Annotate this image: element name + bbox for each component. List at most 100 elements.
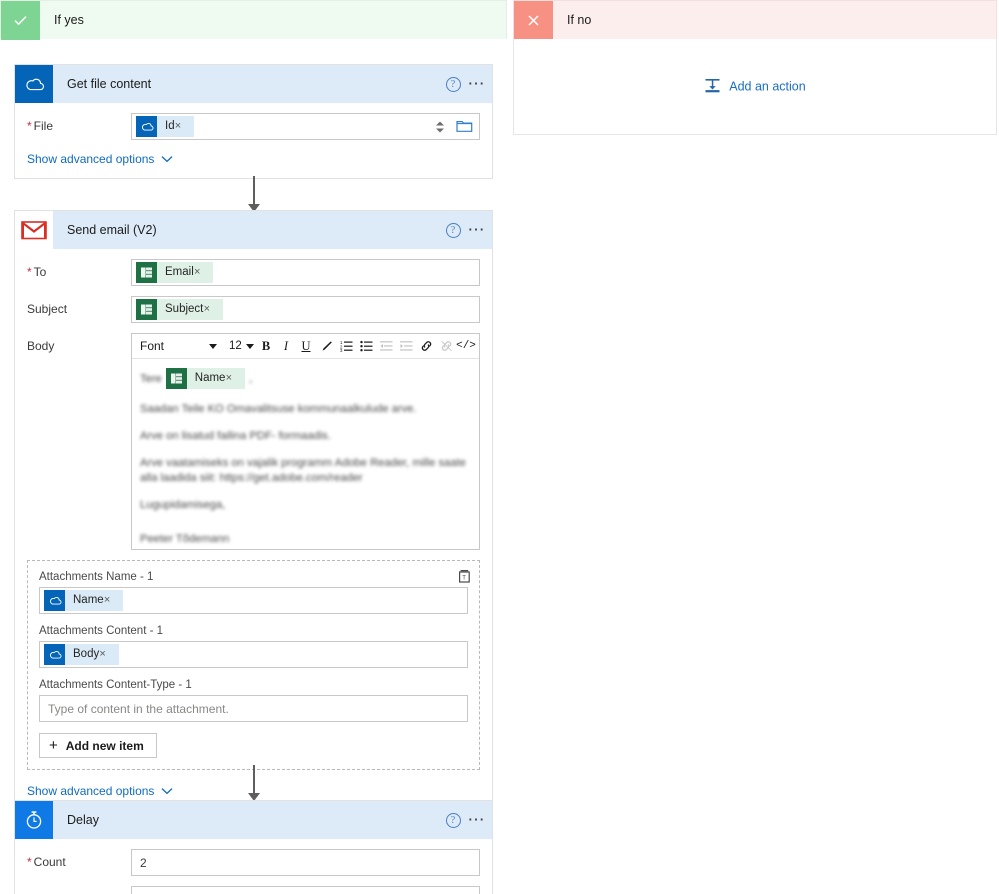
help-circle-icon[interactable]: ?	[440, 807, 466, 833]
delete-item-icon[interactable]: T	[458, 569, 471, 586]
token-remove-icon[interactable]: ×	[99, 648, 111, 660]
file-input[interactable]: Id ×	[131, 113, 480, 140]
send-email-title: Send email (V2)	[67, 223, 157, 237]
branch-if-no: If no Add an action	[513, 0, 997, 135]
attachments-name-input[interactable]: Name ×	[39, 587, 468, 614]
flow-canvas: If yes If no Add an action Get file cont…	[0, 0, 999, 894]
unlink-icon[interactable]	[436, 335, 456, 358]
body-field-row: Body Font 12 B I U 1 2 3 </> Tere Name ×…	[27, 333, 480, 550]
token-subject-label: Subject	[165, 303, 204, 315]
excel-icon	[136, 299, 157, 320]
attachments-content-input[interactable]: Body ×	[39, 641, 468, 669]
token-attachment-body-label: Body	[73, 648, 100, 661]
body-paragraph: Lugupidamisega,	[140, 499, 226, 512]
delay-title: Delay	[67, 813, 99, 827]
advanced-options-label: Show advanced options	[27, 784, 155, 799]
insert-action-icon	[704, 77, 721, 96]
token-id-label: Id	[165, 120, 175, 132]
token-email-label: Email	[165, 266, 194, 278]
subject-field-label: Subject	[27, 302, 68, 316]
attachments-name-label: Attachments Name - 1	[39, 571, 154, 583]
italic-button[interactable]: I	[276, 335, 296, 358]
token-attachment-body[interactable]: Body ×	[44, 644, 119, 666]
add-an-action-button[interactable]: Add an action	[514, 77, 996, 96]
attachments-content-type-input[interactable]: Type of content in the attachment.	[39, 695, 468, 723]
ellipsis-icon[interactable]: ⋯	[466, 217, 492, 243]
token-name[interactable]: Name ×	[165, 368, 246, 389]
subject-input[interactable]: Subject ×	[131, 296, 480, 323]
branch-if-yes-header: If yes	[0, 0, 507, 40]
attachments-content-label: Attachments Content - 1	[39, 625, 164, 637]
svg-text:T: T	[462, 576, 466, 582]
file-field-row: * File Id ×	[27, 113, 480, 140]
unit-select[interactable]: Second	[131, 886, 480, 894]
advanced-options-label: Show advanced options	[27, 152, 155, 166]
token-remove-icon[interactable]: ×	[104, 594, 116, 606]
body-field-label: Body	[27, 339, 55, 353]
help-circle-icon[interactable]: ?	[440, 71, 466, 97]
attachments-content-field: Attachments Content - 1 Body ×	[39, 625, 468, 669]
action-card-send-email[interactable]: Send email (V2) ? ⋯ * To Email × Subject…	[14, 210, 493, 812]
connector-arrow	[248, 765, 260, 801]
ellipsis-icon[interactable]: ⋯	[466, 807, 492, 833]
plus-icon: +	[49, 737, 58, 755]
outdent-icon[interactable]	[376, 335, 396, 358]
indent-icon[interactable]	[396, 335, 416, 358]
bulleted-list-icon[interactable]	[356, 335, 376, 358]
add-an-action-label: Add an action	[729, 79, 806, 94]
get-file-content-body: * File Id × Show advanced options	[15, 103, 492, 178]
underline-button[interactable]: U	[296, 335, 316, 358]
count-field-row: * Count 2	[27, 849, 480, 876]
token-attachment-name[interactable]: Name ×	[44, 590, 124, 611]
onedrive-icon	[136, 116, 157, 137]
token-remove-icon[interactable]: ×	[175, 120, 187, 132]
to-input[interactable]: Email ×	[131, 259, 480, 286]
token-remove-icon[interactable]: ×	[226, 372, 238, 384]
body-paragraph: Arve vaatamiseks on vajalik programm Ado…	[140, 457, 469, 485]
onedrive-icon	[44, 590, 65, 611]
unit-field-label: *Unit	[27, 886, 131, 894]
get-file-content-advanced-toggle[interactable]: Show advanced options	[27, 152, 173, 166]
pen-highlight-icon[interactable]	[316, 335, 336, 358]
send-email-header: Send email (V2) ? ⋯	[15, 211, 492, 249]
send-email-advanced-toggle[interactable]: Show advanced options	[27, 784, 173, 798]
bold-button[interactable]: B	[256, 335, 276, 358]
chevron-down-icon	[246, 343, 254, 349]
token-email[interactable]: Email ×	[136, 262, 214, 283]
to-field-label: * To	[27, 265, 47, 279]
token-remove-icon[interactable]: ×	[194, 266, 206, 278]
link-icon[interactable]	[416, 335, 436, 358]
token-attachment-name-label: Name	[73, 594, 104, 606]
numbered-list-icon[interactable]: 1 2 3	[336, 335, 356, 358]
delay-body: *Count 2 *Unit Second	[15, 839, 492, 894]
font-family-value: Font	[140, 339, 165, 353]
spinner-updown-icon[interactable]	[433, 116, 447, 137]
count-input[interactable]: 2	[131, 849, 480, 876]
action-card-get-file-content[interactable]: Get file content ? ⋯ * File Id × Show ad…	[14, 64, 493, 179]
body-paragraph: Saadan Teile KO Omavalitsuse kommunaalku…	[140, 403, 417, 415]
folder-picker-icon[interactable]	[456, 118, 473, 136]
ellipsis-icon[interactable]: ⋯	[466, 71, 492, 97]
code-view-icon[interactable]: </>	[456, 335, 476, 358]
subject-field-row: Subject Subject ×	[27, 296, 480, 323]
file-required-marker: *	[27, 119, 32, 133]
close-icon	[514, 0, 553, 40]
body-greeting-prefix: Tere	[140, 372, 162, 385]
gmail-icon	[15, 211, 53, 249]
token-id[interactable]: Id ×	[136, 116, 195, 137]
token-remove-icon[interactable]: ×	[204, 303, 216, 315]
file-field-label: * File	[27, 119, 54, 133]
font-size-select[interactable]: 12	[226, 335, 256, 358]
token-subject[interactable]: Subject ×	[136, 299, 223, 320]
rich-text-editor[interactable]: Font 12 B I U 1 2 3 </> Tere Name × , Sa…	[131, 333, 480, 550]
attachments-name-field: Attachments Name - 1 Name ×	[39, 571, 468, 614]
chevron-down-icon	[161, 784, 173, 798]
attachments-content-type-placeholder: Type of content in the attachment.	[48, 701, 229, 716]
send-email-body: * To Email × Subject Subject × Body Font…	[15, 249, 492, 810]
action-card-delay[interactable]: Delay ? ⋯ *Count 2 *Unit	[14, 800, 493, 894]
help-circle-icon[interactable]: ?	[440, 217, 466, 243]
branch-if-no-title: If no	[567, 13, 592, 27]
email-body-content[interactable]: Tere Name × , Saadan Teile KO Omavalitsu…	[132, 359, 479, 549]
font-family-select[interactable]: Font	[134, 335, 222, 358]
add-new-item-button[interactable]: + Add new item	[39, 733, 157, 759]
